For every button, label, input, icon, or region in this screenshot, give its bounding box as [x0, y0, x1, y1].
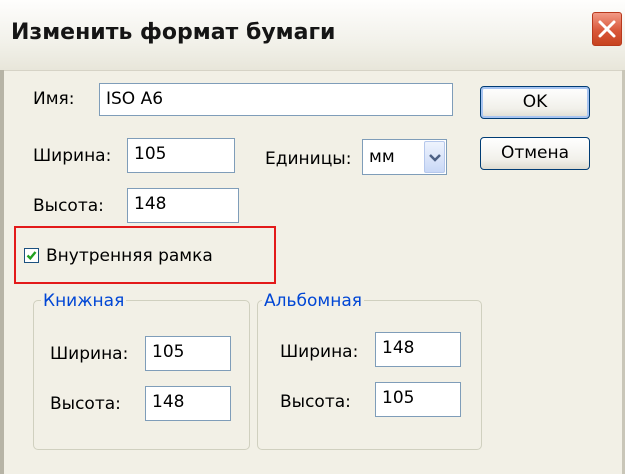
- cancel-button[interactable]: Отмена: [480, 137, 590, 170]
- landscape-height-input[interactable]: 105: [375, 382, 461, 417]
- landscape-width-input[interactable]: 148: [375, 332, 461, 367]
- units-select-value: мм: [369, 147, 395, 167]
- ok-button[interactable]: OK: [480, 86, 590, 119]
- inner-frame-checkbox[interactable]: [24, 248, 39, 263]
- portrait-width-label: Ширина:: [50, 344, 129, 364]
- units-select[interactable]: мм: [362, 139, 447, 175]
- width-label: Ширина:: [33, 146, 112, 166]
- landscape-group-title: Альбомная: [262, 291, 364, 311]
- checkmark-icon: [26, 251, 37, 261]
- portrait-group: [33, 300, 250, 450]
- close-icon: [598, 20, 616, 38]
- name-label: Имя:: [33, 89, 75, 109]
- landscape-width-label: Ширина:: [280, 342, 359, 362]
- inner-frame-label[interactable]: Внутренняя рамка: [46, 245, 213, 267]
- units-dropdown-button[interactable]: [424, 141, 445, 173]
- portrait-width-input[interactable]: 105: [145, 336, 231, 371]
- units-label: Единицы:: [265, 149, 352, 169]
- dialog-title: Изменить формат бумаги: [11, 20, 336, 45]
- chevron-down-icon: [429, 154, 441, 162]
- name-input[interactable]: ISO A6: [99, 83, 453, 116]
- width-input[interactable]: 105: [127, 138, 235, 173]
- portrait-height-label: Высота:: [50, 394, 121, 414]
- portrait-height-input[interactable]: 148: [145, 386, 231, 421]
- close-button[interactable]: [592, 12, 622, 46]
- portrait-group-title: Книжная: [41, 291, 127, 311]
- title-bar: Изменить формат бумаги: [0, 0, 625, 71]
- landscape-height-label: Высота:: [280, 392, 351, 412]
- landscape-group: [257, 300, 482, 450]
- height-label: Высота:: [33, 196, 104, 216]
- height-input[interactable]: 148: [127, 188, 239, 223]
- window-frame-left: [0, 70, 4, 474]
